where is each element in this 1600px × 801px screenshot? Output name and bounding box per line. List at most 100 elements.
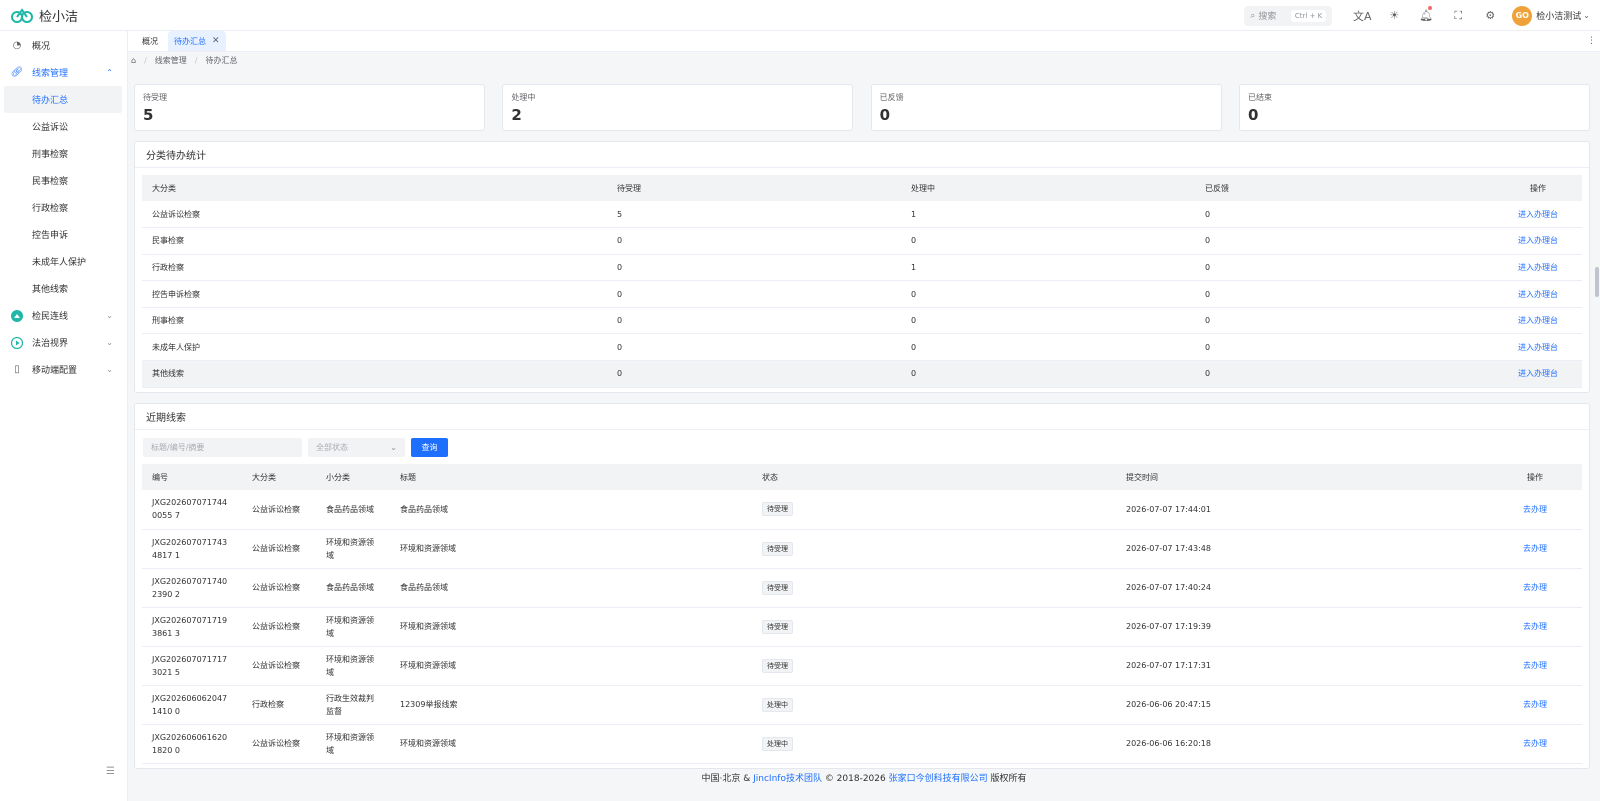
table-cell: 食品药品领域	[316, 568, 390, 608]
table-cell: 12309举报线索	[390, 685, 752, 725]
mobile-icon: ▯	[14, 364, 20, 375]
enter-workbench-link[interactable]: 进入办理台	[1494, 227, 1582, 255]
table-cell: 待受理	[752, 490, 1116, 530]
chevron-down-icon[interactable]: ⌄	[1583, 11, 1590, 20]
table-row: JXG2026070717440055 7 公益诉讼检察 食品药品领域 食品药品领域待…	[142, 490, 1582, 530]
table-cell: 5	[607, 201, 901, 229]
table-cell: 环境和资源领域	[316, 607, 390, 647]
table-header-row: 大分类 待受理 处理中 已反馈 操作	[142, 175, 1582, 201]
table-cell: 0	[901, 227, 1195, 255]
panel-title: 分类待办统计	[135, 142, 1589, 168]
clue-id-cell: JXG2026070717402390 2	[142, 568, 242, 608]
handle-link[interactable]: 去办理	[1488, 607, 1582, 647]
tab-overview[interactable]: 概况	[136, 31, 164, 51]
table-cell: 食品药品领域	[316, 490, 390, 530]
footer: 中国·北京 & JincInfo技术团队 © 2018-2026 张家口今创科技…	[128, 771, 1600, 787]
table-row: 刑事检察 0 0 0 进入办理台	[142, 307, 1582, 335]
category-stats-panel: 分类待办统计 大分类 待受理 处理中 已反馈 操作 公益诉讼检察 5 1 0 进入办理台…	[134, 141, 1590, 393]
table-cell: 食品药品领域	[390, 490, 752, 530]
chevron-down-icon: ⌄	[106, 311, 113, 320]
avatar[interactable]: GO	[1512, 5, 1533, 26]
logo[interactable]: 检小洁	[0, 6, 130, 25]
table-cell: 行政生效裁判监督	[316, 685, 390, 725]
table-header-row: 编号 大分类 小分类 标题 状态 提交时间 操作	[142, 464, 1582, 490]
theme-toggle-icon[interactable]: ☀	[1378, 0, 1410, 31]
status-select[interactable]: 全部状态 ⌄	[308, 438, 405, 457]
table-cell: 1	[901, 201, 1195, 229]
sidebar-item-law-view[interactable]: 法治视界 ⌄	[0, 329, 127, 356]
notification-bell-icon[interactable]: 🔔︎	[1410, 0, 1442, 31]
table-cell: 环境和资源领域	[390, 607, 752, 647]
table-cell: 2026-07-07 17:44:01	[1116, 490, 1488, 530]
sidebar-subitem-civil[interactable]: 民事检察	[0, 167, 127, 194]
global-search[interactable]: ⌕ 搜索 Ctrl + K	[1244, 5, 1333, 26]
home-icon[interactable]: ⌂	[131, 56, 136, 65]
sidebar-item-clue-management[interactable]: 🔗︎ 线索管理 ⌃	[0, 59, 127, 86]
enter-workbench-link[interactable]: 进入办理台	[1494, 280, 1582, 308]
table-cell: 0	[607, 254, 901, 282]
table-cell: 0	[607, 307, 901, 335]
sidebar-item-label: 移动端配置	[32, 366, 78, 376]
chevron-up-icon: ⌃	[106, 68, 113, 77]
sidebar-subitem-administrative[interactable]: 行政检察	[0, 194, 127, 221]
user-name[interactable]: 检小洁测试	[1536, 9, 1581, 22]
sidebar-item-connect[interactable]: 检民连线 ⌄	[0, 302, 127, 329]
enter-workbench-link[interactable]: 进入办理台	[1494, 201, 1582, 229]
table-row: JXG2026070717402390 2 公益诉讼检察 食品药品领域 食品药品领域待…	[142, 568, 1582, 608]
translate-icon[interactable]: 文A	[1346, 0, 1378, 31]
collapse-menu-icon[interactable]: ☰	[106, 766, 115, 777]
enter-workbench-link[interactable]: 进入办理台	[1494, 333, 1582, 362]
top-header: 检小洁 ⌕ 搜索 Ctrl + K 文A ☀ 🔔︎ ⛶ ⚙ GO 检小洁测试 ⌄	[0, 0, 1600, 31]
sidebar-subitem-other[interactable]: 其他线索	[0, 275, 127, 302]
breadcrumb-item: 待办汇总	[205, 55, 238, 65]
footer-company-link[interactable]: 张家口今创科技有限公司	[889, 774, 988, 784]
sidebar-item-mobile-config[interactable]: ▯ 移动端配置 ⌄	[0, 356, 127, 383]
search-input[interactable]: 标题/编号/摘要	[143, 438, 302, 457]
search-label: 搜索	[1258, 12, 1277, 22]
breadcrumb-item[interactable]: 线索管理	[155, 55, 187, 66]
handle-link[interactable]: 去办理	[1488, 568, 1582, 608]
handle-link[interactable]: 去办理	[1488, 685, 1582, 725]
sidebar-subitem-todo-summary[interactable]: 待办汇总	[4, 86, 122, 113]
handle-link[interactable]: 去办理	[1488, 646, 1582, 686]
table-cell: 0	[1195, 360, 1494, 388]
sidebar-item-overview[interactable]: ◔ 概况	[0, 32, 127, 59]
stats-row: 待受理 5 处理中 2 已反馈 0 已结束 0	[134, 84, 1590, 131]
handle-link[interactable]: 去办理	[1488, 490, 1582, 530]
query-button[interactable]: 查询	[411, 438, 448, 457]
column-header: 处理中	[901, 175, 1195, 201]
settings-gear-icon[interactable]: ⚙	[1474, 0, 1506, 31]
tab-todo-summary[interactable]: 待办汇总 ✕	[168, 31, 226, 51]
table-cell: 待受理	[752, 646, 1116, 686]
handle-link[interactable]: 去办理	[1488, 724, 1582, 764]
status-badge: 处理中	[762, 736, 793, 751]
column-header: 已反馈	[1195, 175, 1494, 201]
table-row: JXG2026060616201820 0 公益诉讼检察 环境和资源领域 环境和资源领…	[142, 724, 1582, 764]
footer-team-link[interactable]: JincInfo技术团队	[753, 774, 822, 784]
more-vertical-icon[interactable]: ⋮	[1587, 36, 1596, 46]
chevron-down-icon: ⌄	[106, 338, 113, 347]
link-icon: 🔗︎	[10, 67, 24, 78]
table-cell: 环境和资源领域	[316, 646, 390, 686]
table-cell: 0	[1195, 254, 1494, 282]
tab-label: 待办汇总	[174, 36, 206, 46]
close-icon[interactable]: ✕	[212, 36, 220, 46]
sidebar-subitem-public-litigation[interactable]: 公益诉讼	[0, 113, 127, 140]
table-cell: 行政检察	[142, 254, 607, 282]
fullscreen-icon[interactable]: ⛶	[1442, 0, 1474, 31]
sidebar-subitem-minor-protection[interactable]: 未成年人保护	[0, 248, 127, 275]
handle-link[interactable]: 去办理	[1488, 529, 1582, 569]
scrollbar-thumb[interactable]	[1595, 267, 1599, 297]
sidebar-item-label: 检民连线	[32, 312, 69, 322]
sidebar-subitem-complaint[interactable]: 控告申诉	[0, 221, 127, 248]
stat-label: 待受理	[143, 93, 167, 102]
sidebar-subitem-criminal[interactable]: 刑事检察	[0, 140, 127, 167]
recent-clues-panel: 近期线索 标题/编号/摘要 全部状态 ⌄ 查询 编号 大分类 小分类 标题 状态…	[134, 403, 1590, 769]
enter-workbench-link[interactable]: 进入办理台	[1494, 307, 1582, 335]
enter-workbench-link[interactable]: 进入办理台	[1494, 254, 1582, 282]
enter-workbench-link[interactable]: 进入办理台	[1494, 360, 1582, 388]
table-cell: 待受理	[752, 607, 1116, 647]
table-cell: 民事检察	[142, 227, 607, 255]
status-badge: 待受理	[762, 580, 793, 595]
scrollbar[interactable]	[1592, 52, 1600, 771]
